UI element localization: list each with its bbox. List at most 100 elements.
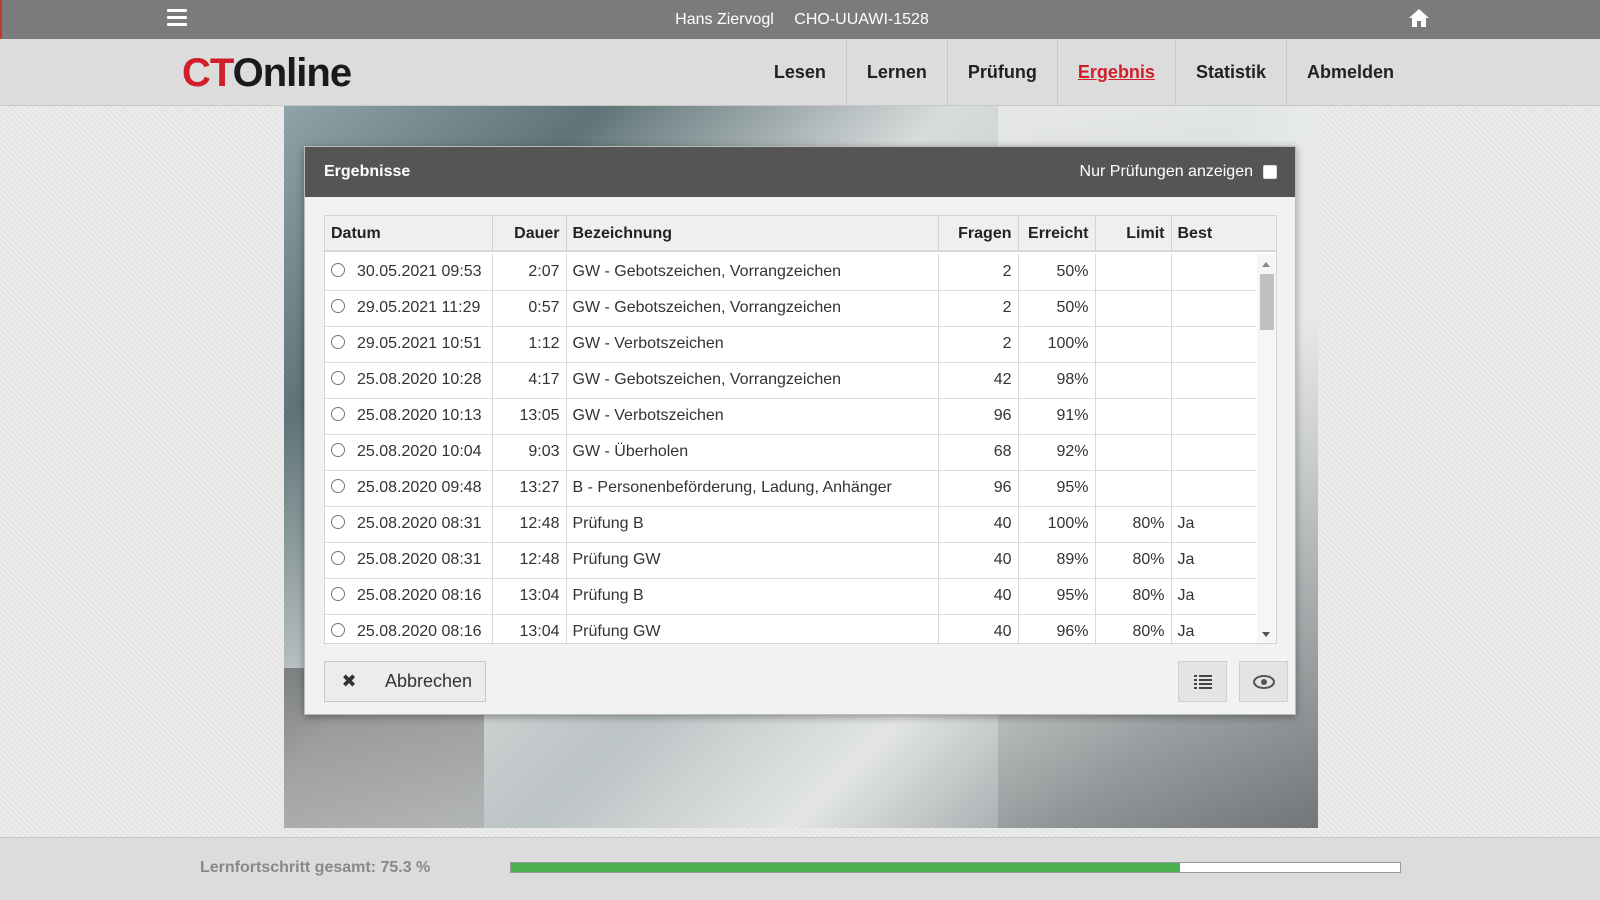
cell-bezeichnung: B - Personenbeförderung, Ladung, Anhänge… bbox=[566, 470, 939, 507]
table-scrollbar[interactable] bbox=[1257, 254, 1276, 643]
exam-filter-checkbox[interactable] bbox=[1263, 165, 1277, 179]
column-header-bezeichnung[interactable]: Bezeichnung bbox=[566, 216, 939, 252]
dialog-header: Ergebnisse Nur Prüfungen anzeigen bbox=[305, 147, 1295, 197]
cell-datum: 25.08.2020 10:28 bbox=[325, 362, 493, 399]
row-radio-button[interactable] bbox=[331, 623, 345, 637]
logo[interactable]: CTOnline bbox=[182, 51, 352, 96]
cell-bezeichnung: Prüfung GW bbox=[566, 542, 939, 579]
cell-fragen: 2 bbox=[938, 326, 1019, 363]
view-result-button[interactable] bbox=[1239, 661, 1288, 702]
cell-datum-text: 30.05.2021 09:53 bbox=[357, 262, 482, 280]
row-radio-button[interactable] bbox=[331, 299, 345, 313]
row-radio-button[interactable] bbox=[331, 587, 345, 601]
cell-fragen: 40 bbox=[938, 506, 1019, 543]
cell-fragen: 96 bbox=[938, 470, 1019, 507]
column-header-datum[interactable]: Datum bbox=[325, 216, 493, 252]
close-icon: ✖ bbox=[341, 671, 357, 691]
row-radio-button[interactable] bbox=[331, 443, 345, 457]
cell-dauer: 9:03 bbox=[492, 434, 567, 471]
cell-bezeichnung: GW - Überholen bbox=[566, 434, 939, 471]
progress-label: Lernfortschritt gesamt: 75.3 % bbox=[200, 859, 431, 876]
row-radio-button[interactable] bbox=[331, 371, 345, 385]
cell-limit bbox=[1095, 290, 1172, 327]
scroll-up-arrow-icon[interactable] bbox=[1262, 262, 1270, 267]
exam-filter[interactable]: Nur Prüfungen anzeigen bbox=[1080, 147, 1277, 197]
cell-fragen: 42 bbox=[938, 362, 1019, 399]
row-radio-button[interactable] bbox=[331, 335, 345, 349]
row-radio-button[interactable] bbox=[331, 515, 345, 529]
table-row[interactable]: 25.08.2020 10:04 9:03 GW - Überholen 68 92% bbox=[325, 434, 1256, 471]
cell-datum-text: 29.05.2021 10:51 bbox=[357, 335, 482, 352]
column-header-limit[interactable]: Limit bbox=[1095, 216, 1172, 252]
cell-best bbox=[1171, 254, 1256, 291]
column-header-erreicht[interactable]: Erreicht bbox=[1018, 216, 1096, 252]
cell-bezeichnung: GW - Verbotszeichen bbox=[566, 398, 939, 435]
cell-erreicht: 95% bbox=[1018, 578, 1096, 615]
nav-item-ergebnis[interactable]: Ergebnis bbox=[1058, 39, 1176, 106]
cell-bezeichnung: Prüfung B bbox=[566, 506, 939, 543]
table-row[interactable]: 25.08.2020 08:31 12:48 Prüfung B 40 100% 80% J… bbox=[325, 506, 1256, 543]
logo-ct: CT bbox=[182, 51, 234, 95]
nav-item-prüfung[interactable]: Prüfung bbox=[948, 39, 1058, 106]
table-row[interactable]: 30.05.2021 09:53 2:07 GW - Gebotszeichen, … bbox=[325, 254, 1256, 291]
cancel-button[interactable]: ✖ Abbrechen bbox=[324, 661, 486, 702]
table-row[interactable]: 29.05.2021 11:29 0:57 GW - Gebotszeichen, … bbox=[325, 290, 1256, 327]
table-row[interactable]: 25.08.2020 09:48 13:27 B - Personenbeförde… bbox=[325, 470, 1256, 507]
cell-limit bbox=[1095, 470, 1172, 507]
cell-erreicht: 92% bbox=[1018, 434, 1096, 471]
cell-datum: 25.08.2020 10:04 bbox=[325, 434, 493, 471]
table-row[interactable]: 25.08.2020 08:16 13:04 Prüfung GW 40 96% 80% J… bbox=[325, 614, 1256, 643]
cell-limit bbox=[1095, 434, 1172, 471]
results-dialog: Ergebnisse Nur Prüfungen anzeigen Datum … bbox=[304, 146, 1296, 715]
cell-best bbox=[1171, 434, 1256, 471]
cell-best: Ja bbox=[1171, 614, 1256, 643]
table-row[interactable]: 25.08.2020 08:31 12:48 Prüfung GW 40 89% 80% J… bbox=[325, 542, 1256, 579]
row-radio-button[interactable] bbox=[331, 262, 345, 277]
home-icon[interactable] bbox=[1408, 8, 1430, 28]
cell-fragen: 68 bbox=[938, 434, 1019, 471]
cell-bezeichnung: Prüfung GW bbox=[566, 614, 939, 643]
row-radio-button[interactable] bbox=[331, 407, 345, 421]
table-row[interactable]: 29.05.2021 10:51 1:12 GW - Verbotszeichen 2… bbox=[325, 326, 1256, 363]
cell-bezeichnung: GW - Gebotszeichen, Vorrangzeichen bbox=[566, 362, 939, 399]
nav-item-abmelden[interactable]: Abmelden bbox=[1287, 39, 1414, 106]
footer: Lernfortschritt gesamt: 75.3 % bbox=[0, 837, 1600, 900]
cell-dauer: 13:27 bbox=[492, 470, 567, 507]
progress-fill bbox=[511, 863, 1181, 872]
nav-item-lesen[interactable]: Lesen bbox=[754, 39, 847, 106]
scrollbar-thumb[interactable] bbox=[1260, 274, 1274, 330]
table-body[interactable]: 30.05.2021 09:53 2:07 GW - Gebotszeichen, … bbox=[325, 254, 1256, 643]
column-header-dauer[interactable]: Dauer bbox=[492, 216, 567, 252]
cell-limit: 80% bbox=[1095, 542, 1172, 579]
scroll-down-arrow-icon[interactable] bbox=[1262, 632, 1270, 637]
list-view-button[interactable] bbox=[1178, 661, 1227, 702]
cell-datum: 29.05.2021 11:29 bbox=[325, 290, 493, 327]
cell-fragen: 96 bbox=[938, 398, 1019, 435]
cell-erreicht: 50% bbox=[1018, 290, 1096, 327]
table-row[interactable]: 25.08.2020 08:16 13:04 Prüfung B 40 95% 80% Ja bbox=[325, 578, 1256, 615]
cell-erreicht: 96% bbox=[1018, 614, 1096, 643]
list-icon bbox=[1193, 674, 1212, 689]
cell-limit: 80% bbox=[1095, 614, 1172, 643]
row-radio-button[interactable] bbox=[331, 551, 345, 565]
cell-best bbox=[1171, 470, 1256, 507]
cell-dauer: 2:07 bbox=[492, 254, 567, 291]
cell-datum: 25.08.2020 09:48 bbox=[325, 470, 493, 507]
cell-datum-text: 25.08.2020 10:13 bbox=[357, 407, 482, 424]
cell-fragen: 2 bbox=[938, 290, 1019, 327]
table-row[interactable]: 25.08.2020 10:28 4:17 GW - Gebotszeichen, … bbox=[325, 362, 1256, 399]
nav-item-statistik[interactable]: Statistik bbox=[1176, 39, 1287, 106]
column-header-fragen[interactable]: Fragen bbox=[938, 216, 1019, 252]
nav-item-lernen[interactable]: Lernen bbox=[847, 39, 948, 106]
cell-bezeichnung: GW - Gebotszeichen, Vorrangzeichen bbox=[566, 290, 939, 327]
cell-datum: 25.08.2020 08:31 bbox=[325, 542, 493, 579]
row-radio-button[interactable] bbox=[331, 479, 345, 493]
column-header-best[interactable]: Best bbox=[1171, 216, 1276, 252]
cell-datum-text: 25.08.2020 08:16 bbox=[357, 623, 482, 640]
cell-datum-text: 25.08.2020 08:31 bbox=[357, 551, 482, 568]
cell-limit bbox=[1095, 326, 1172, 363]
cell-erreicht: 100% bbox=[1018, 506, 1096, 543]
cell-bezeichnung: Prüfung B bbox=[566, 578, 939, 615]
cell-bezeichnung: GW - Verbotszeichen bbox=[566, 326, 939, 363]
table-row[interactable]: 25.08.2020 10:13 13:05 GW - Verbotszeichen… bbox=[325, 398, 1256, 435]
